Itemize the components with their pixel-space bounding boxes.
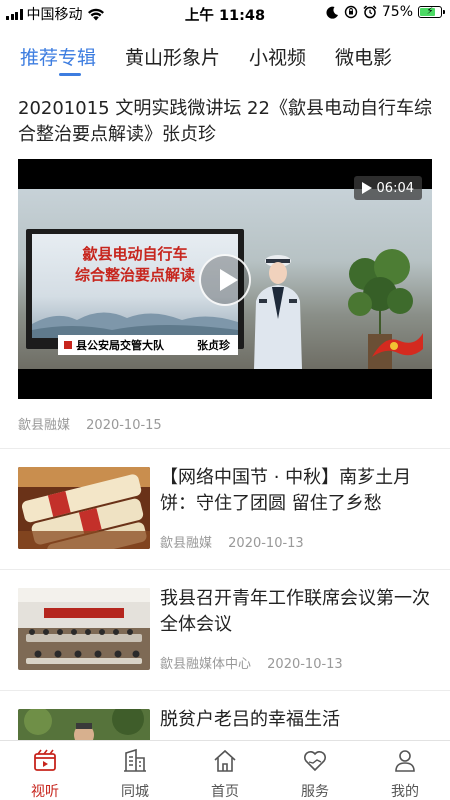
heart-hands-icon <box>302 748 328 778</box>
play-small-icon <box>361 182 372 194</box>
farmer-thumbnail <box>18 709 150 740</box>
mountains-graphic <box>32 312 238 338</box>
flag-graphic <box>372 333 423 357</box>
item-title: 【网络中国节 · 中秋】南芗土月饼：守住了团圆 留住了乡愁 <box>160 467 412 514</box>
nav-item-1[interactable]: 同城 <box>90 741 180 800</box>
tab-1[interactable]: 黄山形象片 <box>125 43 220 70</box>
nav-label: 服务 <box>301 784 329 800</box>
feature-date: 2020-10-15 <box>86 418 162 433</box>
city-icon <box>122 748 148 778</box>
nav-item-0[interactable]: 视听 <box>0 741 90 800</box>
category-tabs: 推荐专辑 黄山形象片 小视频 微电影 <box>0 34 450 78</box>
status-bar: 中国移动 上午 11:48 75% ⚡ <box>0 0 450 26</box>
battery-percent: 75% <box>381 4 413 20</box>
item-title: 我县召开青年工作联席会议第一次全体会议 <box>160 588 430 635</box>
list-item[interactable]: 我县召开青年工作联席会议第一次全体会议 歙县融媒体中心 2020-10-13 <box>0 570 450 690</box>
item-date: 2020-10-13 <box>267 657 343 672</box>
nav-item-3[interactable]: 服务 <box>270 741 360 800</box>
item-title: 脱贫户老吕的幸福生活 <box>160 709 340 730</box>
duration-text: 06:04 <box>376 180 414 196</box>
tab-2[interactable]: 小视频 <box>249 43 306 70</box>
active-tab-indicator <box>59 73 81 76</box>
mooncake-thumbnail <box>18 467 150 549</box>
home-icon <box>212 748 238 778</box>
bottom-nav: 视听 同城 首页 服务 我的 <box>0 740 450 800</box>
item-date: 2020-10-13 <box>228 536 304 551</box>
nav-label: 我的 <box>391 784 419 800</box>
nav-item-2[interactable]: 首页 <box>180 741 270 800</box>
video-player[interactable]: 歙县电动自行车 综合整治要点解读 县公安局交管大队 张贞珍 06:04 <box>18 159 432 399</box>
caption-unit: 县公安局交管大队 <box>76 339 164 352</box>
alarm-icon <box>363 5 377 19</box>
play-icon[interactable] <box>199 254 251 306</box>
caption-name: 张贞珍 <box>197 339 230 352</box>
tab-0[interactable]: 推荐专辑 <box>20 43 96 70</box>
item-meta: 歙县融媒 2020-10-13 <box>160 532 304 551</box>
orientation-lock-icon <box>344 5 358 19</box>
battery-icon: ⚡ <box>418 6 445 18</box>
feature-title[interactable]: 20201015 文明实践微讲坛 22《歙县电动自行车综合整治要点解读》张贞珍 <box>18 96 438 148</box>
tab-3[interactable]: 微电影 <box>335 43 392 70</box>
list-item[interactable]: 【网络中国节 · 中秋】南芗土月饼：守住了团圆 留住了乡愁 歙县融媒 2020-… <box>0 449 450 569</box>
item-meta: 歙县融媒体中心 2020-10-13 <box>160 653 343 672</box>
feature-source: 歙县融媒 <box>18 418 71 433</box>
nav-item-4[interactable]: 我的 <box>360 741 450 800</box>
nav-label: 同城 <box>121 784 149 800</box>
status-right: 75% ⚡ <box>326 4 445 20</box>
list-item[interactable]: 脱贫户老吕的幸福生活 <box>0 691 450 740</box>
nav-label: 视听 <box>31 784 59 800</box>
user-icon <box>392 748 418 778</box>
moon-icon <box>326 6 338 19</box>
nav-label: 首页 <box>211 784 239 800</box>
duration-badge: 06:04 <box>353 176 422 200</box>
meeting-thumbnail <box>18 588 150 670</box>
video-caption-bar: 县公安局交管大队 张贞珍 <box>58 335 238 355</box>
item-source: 歙县融媒体中心 <box>160 657 252 672</box>
feature-meta: 歙县融媒 2020-10-15 <box>18 414 162 433</box>
film-icon <box>32 748 58 778</box>
officer-figure <box>254 255 302 369</box>
item-source: 歙县融媒 <box>160 536 213 551</box>
